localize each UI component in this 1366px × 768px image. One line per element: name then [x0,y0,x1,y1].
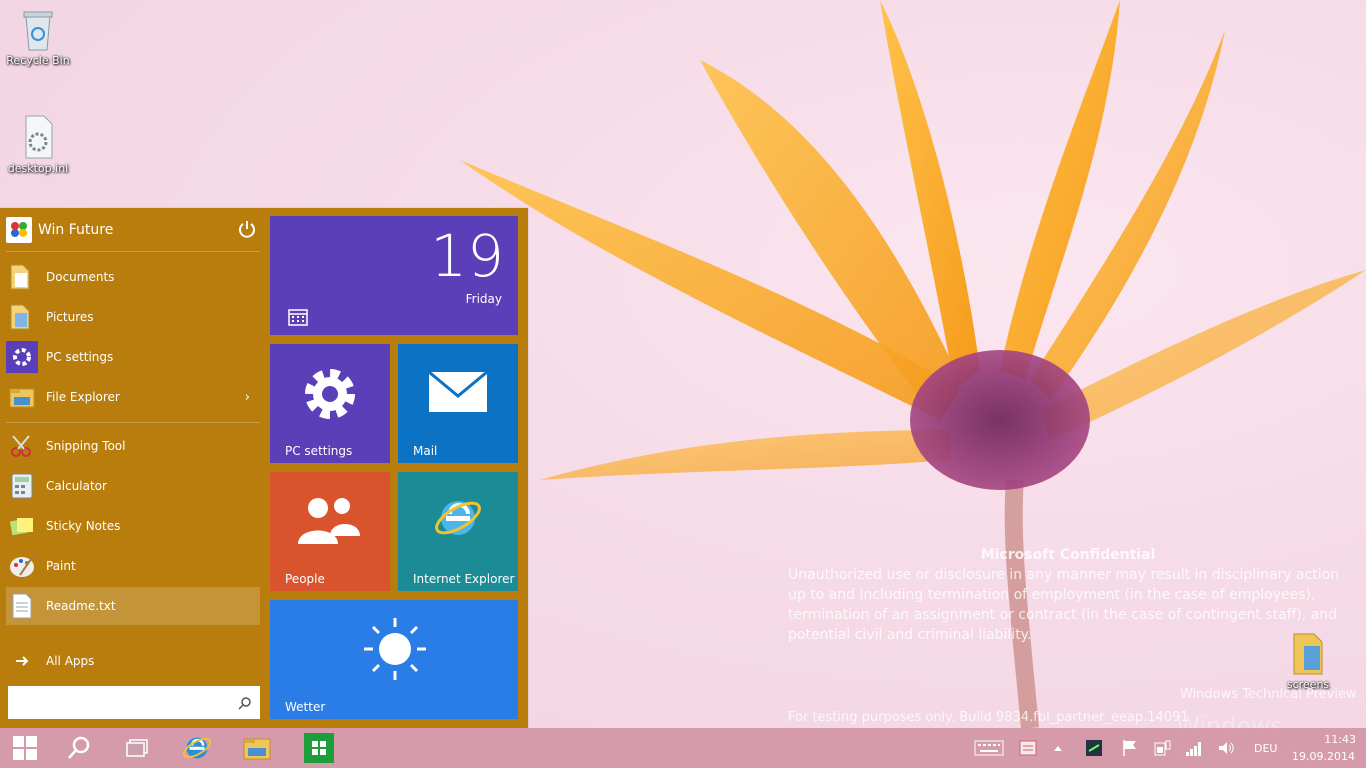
menu-item-pc-settings[interactable]: PC settings [6,338,260,376]
taskbar-store[interactable] [290,728,348,768]
envelope-icon [429,372,487,412]
start-search-box[interactable] [8,686,260,719]
tile-calendar[interactable]: 19 Friday [270,216,518,335]
menu-item-paint[interactable]: Paint [6,547,260,585]
menu-item-label: PC settings [46,350,114,364]
file-explorer-icon [6,381,38,413]
volume-icon[interactable] [1216,738,1236,758]
tile-weather[interactable]: Wetter [270,600,518,719]
avatar [6,217,32,243]
watermark-build: For testing purposes only. Build 9834.fb… [788,710,1189,725]
taskbar-file-explorer[interactable] [228,728,286,768]
task-view-icon [126,739,148,757]
menu-item-label: Calculator [46,479,107,493]
pictures-folder-icon [6,301,38,333]
tile-people[interactable]: People [270,472,390,591]
gear-icon [305,369,355,419]
show-hidden-icons-button[interactable] [1048,738,1068,758]
menu-item-label: Pictures [46,310,94,324]
desktop-icon-label: Recycle Bin [6,54,70,67]
menu-item-label: Readme.txt [46,599,116,613]
clock-time[interactable]: 11:43 [1296,733,1356,746]
tile-internet-explorer[interactable]: Internet Explorer [398,472,518,591]
menu-item-label: Documents [46,270,115,284]
recycle-bin-icon [23,11,53,51]
calendar-icon [288,309,308,326]
desktop-icon-label: desktop.ini [7,162,69,175]
sticky-notes-icon [6,510,38,542]
search-icon [68,736,90,759]
confidential-watermark: Microsoft Confidential Unauthorized use … [788,545,1348,645]
tile-label: PC settings [285,444,353,458]
watermark-body: Unauthorized use or disclosure in any ma… [788,567,1340,643]
sun-icon [364,618,426,680]
calendar-weekday: Friday [465,292,502,306]
menu-item-file-explorer[interactable]: File Explorer › [6,378,260,416]
menu-item-calculator[interactable]: Calculator [6,467,260,505]
search-input[interactable] [14,686,238,719]
power-icon[interactable] [238,220,256,238]
documents-folder-icon [6,261,38,293]
action-center-flag-icon[interactable] [1120,738,1140,758]
menu-item-label: File Explorer [46,390,120,404]
tile-label: Wetter [285,700,326,714]
windows-logo-icon [13,736,37,760]
menu-item-label: Sticky Notes [46,519,121,533]
terminal-app-icon[interactable] [1084,738,1104,758]
palette-icon [6,550,38,582]
all-apps-label: All Apps [46,654,95,668]
desktop-icon-recycle-bin[interactable]: Recycle Bin [0,6,76,67]
menu-item-documents[interactable]: Documents [6,258,260,296]
network-signal-icon[interactable] [1184,738,1204,758]
taskbar-search-button[interactable] [50,728,108,768]
calculator-icon [6,470,38,502]
watermark-title: Microsoft Confidential [980,547,1156,563]
watermark-preview: Windows Technical Preview [1180,687,1357,702]
scissors-icon [6,430,38,462]
taskbar-internet-explorer[interactable] [168,728,226,768]
user-name: Win Future [38,222,114,238]
tile-label: People [285,572,325,586]
clock-date[interactable]: 19.09.2014 [1292,750,1355,763]
menu-item-sticky-notes[interactable]: Sticky Notes [6,507,260,545]
desktop-icon-desktop-ini[interactable]: desktop.ini [0,114,76,175]
internet-explorer-icon [435,501,481,535]
menu-item-readme[interactable]: Readme.txt [6,587,260,625]
divider [6,251,260,252]
start-button[interactable] [0,728,50,768]
calendar-day: 19 [430,222,504,290]
tile-label: Internet Explorer [413,572,515,586]
keyboard-icon[interactable] [974,738,1004,758]
gear-icon [6,341,38,373]
menu-item-pictures[interactable]: Pictures [6,298,260,336]
search-icon[interactable] [238,695,252,714]
task-view-button[interactable] [108,728,166,768]
store-icon [304,733,334,763]
settings-file-icon [25,115,53,159]
start-menu-left-pane: Win Future Documents Pictures PC setting… [0,208,265,728]
tile-pc-settings[interactable]: PC settings [270,344,390,463]
menu-item-label: Snipping Tool [46,439,126,453]
people-icon [298,498,360,544]
menu-item-label: Paint [46,559,76,573]
battery-icon[interactable] [1152,738,1172,758]
start-menu: Win Future Documents Pictures PC setting… [0,208,528,728]
tile-label: Mail [413,444,438,458]
tile-mail[interactable]: Mail [398,344,518,463]
chevron-right-icon[interactable]: › [245,390,250,405]
text-file-icon [6,590,38,622]
all-apps-button[interactable]: All Apps [6,642,260,680]
input-language-indicator[interactable]: DEU [1254,742,1277,755]
divider [6,422,260,423]
menu-item-snipping-tool[interactable]: Snipping Tool [6,427,260,465]
taskbar: DEU 11:43 19.09.2014 [0,728,1366,768]
internet-explorer-icon [182,737,212,759]
user-account[interactable]: Win Future [6,216,260,244]
arrow-right-icon [6,645,38,677]
notification-app-icon[interactable] [1018,738,1038,758]
file-explorer-icon [243,738,271,760]
